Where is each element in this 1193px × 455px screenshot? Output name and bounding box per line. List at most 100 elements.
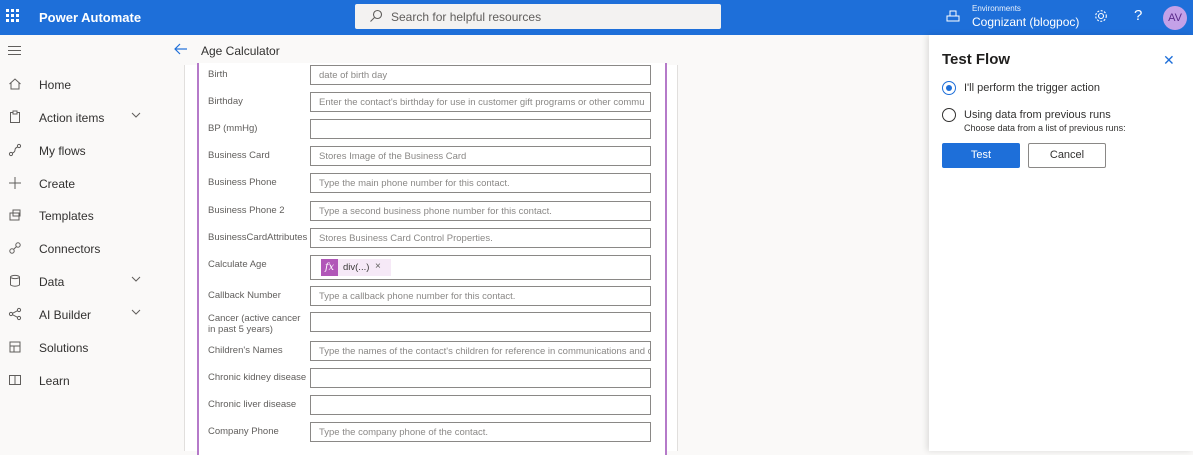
search-icon xyxy=(370,9,383,22)
designer-canvas: Birth date of birth day Birthday Enter the … xyxy=(151,63,929,455)
sidebar-item-label: Data xyxy=(39,275,65,289)
connectors-icon xyxy=(8,241,22,255)
sidebar-item-create[interactable]: Create xyxy=(0,169,151,199)
help-icon[interactable]: ? xyxy=(1134,7,1142,24)
sidebar-item-label: AI Builder xyxy=(39,308,92,322)
sidebar-item-ai-builder[interactable]: AI Builder xyxy=(0,300,151,330)
breadcrumb: Age Calculator xyxy=(151,35,929,65)
field-placeholder: Stores Image of the Business Card xyxy=(319,151,467,162)
field-label: Birthday xyxy=(208,96,243,107)
field-label: Cancer (active cancer in past 5 years) xyxy=(208,313,301,335)
expression-token[interactable]: fx div(...) × xyxy=(321,259,391,276)
field-placeholder: Type the names of the contact's children… xyxy=(319,346,651,357)
radio-previous-runs-label[interactable]: Using data from previous runs xyxy=(964,109,1111,121)
flow-title: Age Calculator xyxy=(201,44,280,58)
database-icon xyxy=(8,274,22,288)
sidebar-item-label: Solutions xyxy=(39,341,89,355)
search-placeholder[interactable]: Search for helpful resources xyxy=(391,10,541,24)
field-input[interactable]: Stores Image of the Business Card xyxy=(310,146,651,166)
sidebar-item-label: Connectors xyxy=(39,242,101,256)
radio-perform-trigger[interactable] xyxy=(942,81,956,95)
field-input[interactable] xyxy=(310,312,651,332)
radio-perform-trigger-label[interactable]: I'll perform the trigger action xyxy=(964,82,1100,94)
back-arrow-icon[interactable] xyxy=(174,43,188,55)
environment-icon[interactable] xyxy=(946,9,960,23)
field-placeholder: Type a callback phone number for this co… xyxy=(319,291,516,302)
sidebar-item-action-items[interactable]: Action items xyxy=(0,103,151,133)
field-label: Birth xyxy=(208,69,228,80)
field-placeholder: Enter the contact's birthday for use in … xyxy=(319,97,645,108)
test-flow-panel: Test Flow ✕ I'll perform the trigger act… xyxy=(929,35,1193,451)
user-avatar[interactable]: AV xyxy=(1163,6,1187,30)
field-input[interactable] xyxy=(310,119,651,139)
app-name[interactable]: Power Automate xyxy=(39,10,141,25)
field-label: Company Phone xyxy=(208,426,279,437)
remove-token-icon[interactable]: × xyxy=(375,261,381,272)
sidebar-item-label: My flows xyxy=(39,144,86,158)
panel-title: Test Flow xyxy=(942,51,1011,68)
sidebar-item-connectors[interactable]: Connectors xyxy=(0,234,151,264)
field-input[interactable]: Type the names of the contact's children… xyxy=(310,341,651,361)
environment-name[interactable]: Cognizant (blogpoc) xyxy=(972,15,1079,29)
previous-runs-hint: Choose data from a list of previous runs… xyxy=(964,123,1126,133)
sidebar-item-data[interactable]: Data xyxy=(0,267,151,297)
close-icon[interactable]: ✕ xyxy=(1163,52,1175,69)
field-input[interactable] xyxy=(310,368,651,388)
flow-icon xyxy=(8,143,22,157)
sidebar-item-label: Action items xyxy=(39,111,105,125)
field-input[interactable]: Type a callback phone number for this co… xyxy=(310,286,651,306)
field-label: Calculate Age xyxy=(208,259,267,270)
token-label: div(...) xyxy=(343,262,370,273)
hamburger-menu-icon[interactable] xyxy=(8,46,21,58)
chevron-down-icon[interactable] xyxy=(130,109,142,124)
field-label: BP (mmHg) xyxy=(208,123,258,134)
solutions-icon xyxy=(8,340,22,354)
field-input[interactable]: Type the company phone of the contact. xyxy=(310,422,651,442)
field-label: Business Phone 2 xyxy=(208,205,285,216)
plus-icon xyxy=(8,176,22,190)
field-label: Chronic liver disease xyxy=(208,399,297,410)
test-button[interactable]: Test xyxy=(942,143,1020,168)
sidebar-item-my-flows[interactable]: My flows xyxy=(0,136,151,166)
settings-gear-icon[interactable] xyxy=(1094,9,1108,23)
field-input[interactable]: Stores Business Card Control Properties. xyxy=(310,228,651,248)
radio-previous-runs[interactable] xyxy=(942,108,956,122)
designer-page: Birth date of birth day Birthday Enter the … xyxy=(184,63,678,455)
field-input[interactable]: Type the main phone number for this cont… xyxy=(310,173,651,193)
field-label: Callback Number xyxy=(208,290,281,301)
field-input[interactable]: date of birth day xyxy=(310,65,651,85)
field-input[interactable]: Enter the contact's birthday for use in … xyxy=(310,92,651,112)
field-placeholder: Type a second business phone number for … xyxy=(319,206,552,217)
field-placeholder: Type the main phone number for this cont… xyxy=(319,178,510,189)
sidebar-item-label: Templates xyxy=(39,209,94,223)
sidebar-item-learn[interactable]: Learn xyxy=(0,366,151,396)
ai-builder-icon xyxy=(8,307,22,321)
sidebar-item-solutions[interactable]: Solutions xyxy=(0,333,151,363)
clipboard-icon xyxy=(8,110,22,124)
field-placeholder: Type the company phone of the contact. xyxy=(319,427,489,438)
templates-icon xyxy=(8,208,22,222)
top-bar: Power Automate Search for helpful resour… xyxy=(0,0,1193,35)
field-input[interactable] xyxy=(310,395,651,415)
app-launcher-icon[interactable] xyxy=(6,9,20,23)
sidebar-item-home[interactable]: Home xyxy=(0,70,151,100)
sidebar-item-label: Home xyxy=(39,78,72,92)
field-label: Business Card xyxy=(208,150,270,161)
field-input[interactable]: fx div(...) × xyxy=(310,255,651,280)
book-icon xyxy=(8,373,22,387)
field-label: Children's Names xyxy=(208,345,283,356)
field-input[interactable]: Type a second business phone number for … xyxy=(310,201,651,221)
environment-label: Environments xyxy=(972,4,1021,13)
chevron-down-icon[interactable] xyxy=(130,273,142,288)
search-box[interactable]: Search for helpful resources xyxy=(355,4,721,29)
field-label: Business Phone xyxy=(208,177,277,188)
sidebar-item-label: Learn xyxy=(39,374,70,388)
field-placeholder: Stores Business Card Control Properties. xyxy=(319,233,493,244)
left-navigation: Home Action items My flows Create Templates C… xyxy=(0,35,152,451)
chevron-down-icon[interactable] xyxy=(130,306,142,321)
cancel-button[interactable]: Cancel xyxy=(1028,143,1106,168)
sidebar-item-templates[interactable]: Templates xyxy=(0,201,151,231)
sidebar-item-label: Create xyxy=(39,177,76,191)
home-icon xyxy=(8,77,22,91)
action-card: Birth date of birth day Birthday Enter the … xyxy=(197,63,667,455)
